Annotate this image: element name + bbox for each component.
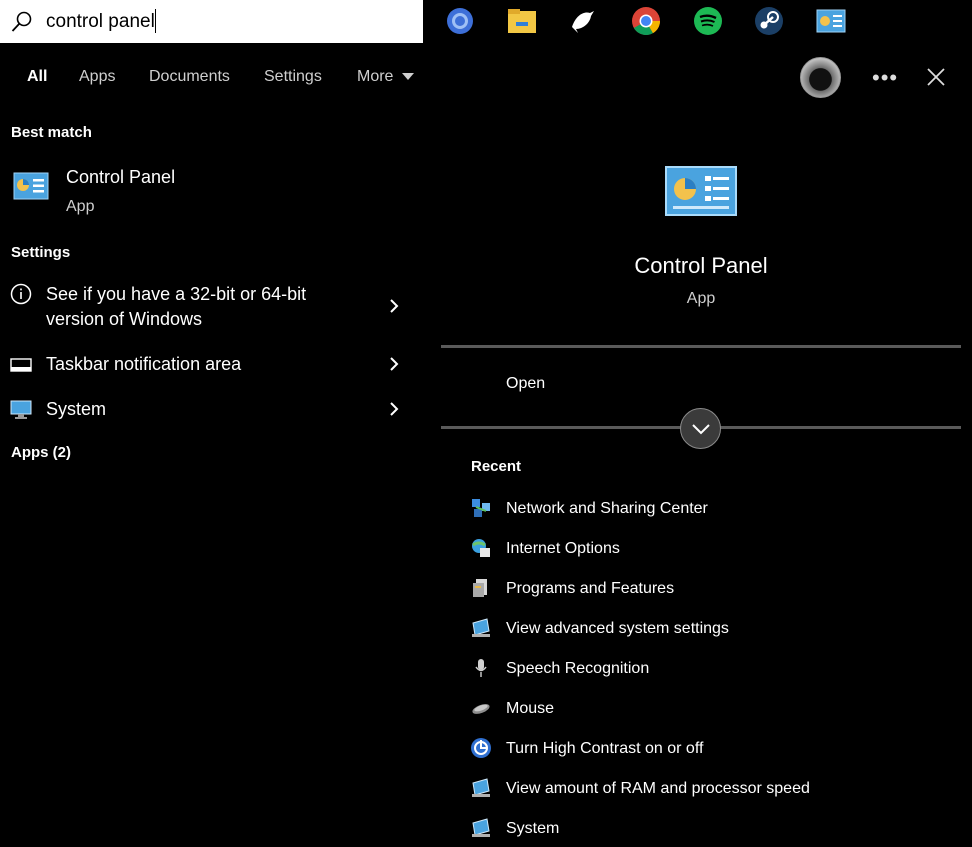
best-match-result[interactable] xyxy=(0,160,423,220)
recent-item-label: Mouse xyxy=(506,700,555,717)
info-icon xyxy=(10,283,32,305)
settings-item-label: Taskbar notification area xyxy=(46,354,242,374)
more-options-icon[interactable]: ••• xyxy=(872,65,898,91)
recent-item[interactable]: Programs and Features xyxy=(470,577,950,607)
browser-icon[interactable] xyxy=(444,5,476,37)
control-panel-large-icon xyxy=(665,166,737,216)
system-settings-icon xyxy=(472,618,490,637)
recent-item-label: Network and Sharing Center xyxy=(506,500,708,517)
bird-app-icon[interactable] xyxy=(566,5,598,37)
settings-item-system[interactable]: System xyxy=(0,397,423,423)
recent-item-label: Programs and Features xyxy=(506,580,675,597)
taskbar-icon xyxy=(10,358,32,372)
tab-documents[interactable]: Documents xyxy=(149,68,230,86)
chevron-right-icon xyxy=(390,299,399,313)
settings-item-label: System xyxy=(46,399,107,419)
ease-of-access-icon xyxy=(471,738,491,758)
chevron-down-icon xyxy=(691,423,710,434)
recent-item-label: View amount of RAM and processor speed xyxy=(506,780,810,797)
open-button[interactable]: Open xyxy=(506,375,545,393)
recent-item[interactable]: View amount of RAM and processor speed xyxy=(470,777,950,807)
recent-item[interactable]: Speech Recognition xyxy=(470,657,950,687)
microphone-icon xyxy=(475,659,487,677)
close-icon[interactable] xyxy=(925,66,947,88)
tab-more[interactable]: More xyxy=(357,68,393,86)
system-icon xyxy=(472,818,490,837)
search-icon xyxy=(11,11,32,32)
system-icon xyxy=(472,778,490,797)
recent-item-label: Internet Options xyxy=(506,540,620,557)
preview-title: Control Panel xyxy=(634,253,768,278)
recent-item[interactable]: Internet Options xyxy=(470,537,950,567)
recent-item[interactable]: Mouse xyxy=(470,697,950,727)
recent-item[interactable]: View advanced system settings xyxy=(470,617,950,647)
preview-subtitle: App xyxy=(686,290,716,307)
network-icon xyxy=(472,499,490,517)
recent-item-label: View advanced system settings xyxy=(506,620,729,637)
recent-item-label: Turn High Contrast on or off xyxy=(506,740,704,757)
chrome-icon[interactable] xyxy=(630,5,662,37)
settings-item-label: See if you have a 32-bit or 64-bit versi… xyxy=(46,284,307,329)
monitor-icon xyxy=(10,400,32,419)
recent-item-label: Speech Recognition xyxy=(506,660,650,677)
settings-item-taskbar[interactable]: Taskbar notification area xyxy=(0,352,423,378)
control-panel-icon[interactable] xyxy=(815,5,847,37)
chevron-right-icon xyxy=(390,402,399,416)
mouse-icon xyxy=(472,704,490,714)
recent-item[interactable]: Turn High Contrast on or off xyxy=(470,737,950,767)
chevron-right-icon xyxy=(390,357,399,371)
tab-all[interactable]: All xyxy=(27,68,47,86)
programs-icon xyxy=(473,579,487,597)
text-caret xyxy=(155,9,156,33)
control-panel-icon xyxy=(13,172,49,200)
spotify-icon[interactable] xyxy=(692,5,724,37)
recent-item-label: System xyxy=(506,820,560,837)
steam-icon[interactable] xyxy=(753,5,785,37)
search-input[interactable] xyxy=(46,7,416,37)
best-match-heading: Best match xyxy=(11,124,92,141)
search-box[interactable] xyxy=(0,0,423,43)
avatar[interactable] xyxy=(800,57,841,98)
chevron-down-icon[interactable] xyxy=(402,73,414,80)
best-match-subtitle: App xyxy=(66,198,95,215)
tab-apps[interactable]: Apps xyxy=(79,68,115,86)
recent-item[interactable]: Network and Sharing Center xyxy=(470,497,950,527)
tab-settings[interactable]: Settings xyxy=(264,68,322,86)
divider xyxy=(441,345,961,348)
expand-button[interactable] xyxy=(680,408,721,449)
apps-heading[interactable]: Apps (2) xyxy=(11,444,71,461)
settings-heading: Settings xyxy=(11,244,71,261)
recent-item[interactable]: System xyxy=(470,817,950,847)
recent-heading: Recent xyxy=(471,458,522,475)
settings-item-bitness[interactable]: See if you have a 32-bit or 64-bit versi… xyxy=(0,282,423,334)
file-explorer-icon[interactable] xyxy=(506,5,538,37)
best-match-title: Control Panel xyxy=(66,167,176,187)
internet-options-icon xyxy=(472,539,490,557)
